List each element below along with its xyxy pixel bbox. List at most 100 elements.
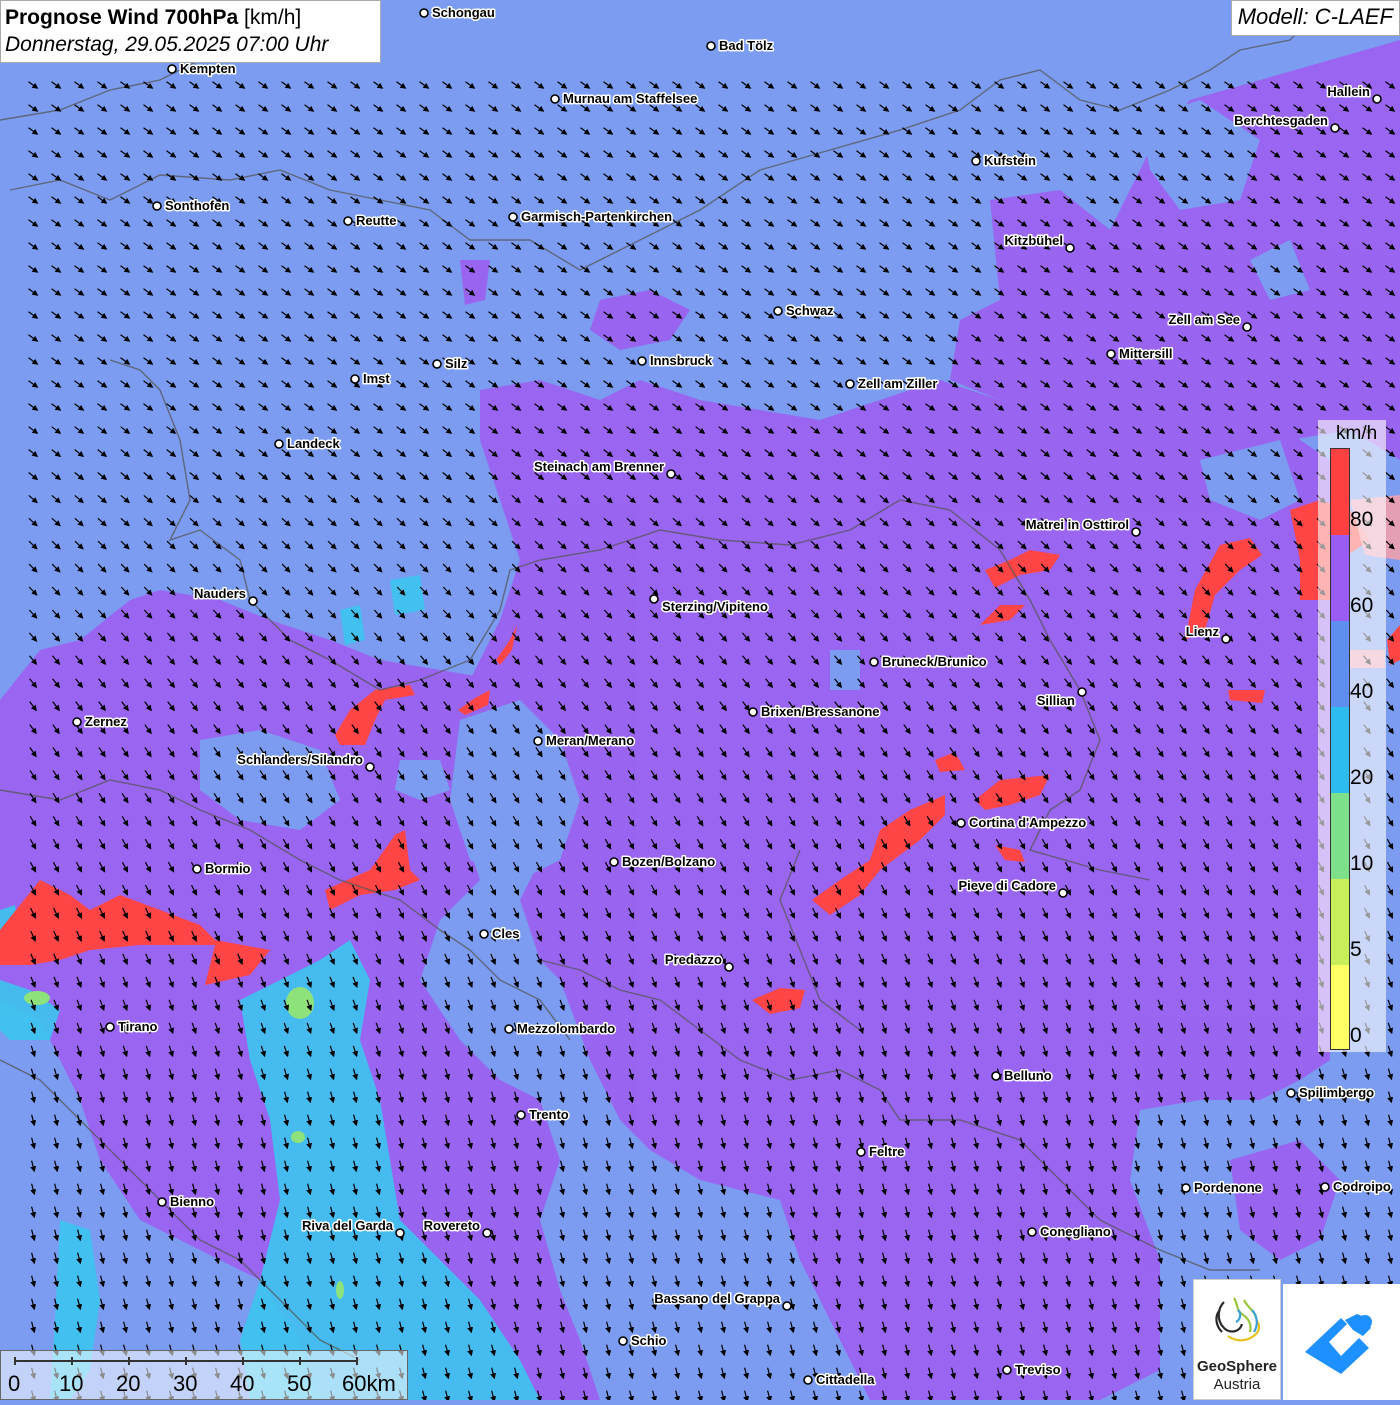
scale-tick-30: 30: [173, 1371, 198, 1396]
city-marker: [1242, 322, 1252, 332]
city-marker: [479, 929, 489, 939]
scale-tick-20: 20: [116, 1371, 141, 1396]
city-label: Mezzolombardo: [517, 1021, 615, 1036]
city-label: Schio: [631, 1333, 666, 1348]
legend-seg-60: [1331, 535, 1349, 621]
city-marker: [248, 596, 258, 606]
city-label: Spilimbergo: [1299, 1085, 1374, 1100]
city-marker: [419, 8, 429, 18]
city-label: Cittadella: [816, 1372, 875, 1387]
legend-label-80: 80: [1350, 508, 1374, 531]
city-label: Bienno: [170, 1194, 214, 1209]
city-label: Matrei in Osttirol: [1026, 517, 1129, 532]
city-marker: [1372, 94, 1382, 104]
city-label: Schlanders/Silandro: [237, 752, 363, 767]
city-label: Sonthofen: [165, 198, 229, 213]
legend-label-5: 5: [1350, 938, 1362, 961]
city-marker: [395, 1228, 405, 1238]
scale-bar: 0 10 20 30 40 50 60km: [0, 1350, 408, 1400]
city-label: Cortina d'Ampezzo: [969, 815, 1086, 830]
legend-seg-40: [1331, 621, 1349, 707]
legend-seg-80: [1331, 449, 1349, 535]
legend-seg-0: [1331, 965, 1349, 1049]
city-marker: [1058, 888, 1068, 898]
city-marker: [1330, 123, 1340, 133]
city-label: Berchtesgaden: [1234, 113, 1328, 128]
city-marker: [516, 1110, 526, 1120]
city-label: Predazzo: [665, 952, 722, 967]
city-marker: [1181, 1183, 1191, 1193]
city-label: Imst: [363, 371, 390, 386]
city-label: Feltre: [869, 1144, 904, 1159]
legend-color-bar: [1330, 448, 1350, 1050]
scale-tick-60: 60km: [342, 1371, 396, 1396]
city-marker: [1106, 349, 1116, 359]
city-marker: [856, 1147, 866, 1157]
city-marker: [350, 374, 360, 384]
geosphere-emblem-icon: [1215, 1297, 1261, 1342]
geosphere-country: Austria: [1213, 1376, 1261, 1393]
city-marker: [971, 156, 981, 166]
legend-unit: km/h: [1336, 423, 1378, 444]
city-label: Pieve di Cadore: [958, 878, 1056, 893]
scale-tick-40: 40: [230, 1371, 255, 1396]
scale-tick-50: 50: [287, 1371, 312, 1396]
map-title: Prognose Wind 700hPa: [5, 6, 239, 29]
scale-tick-10: 10: [59, 1371, 84, 1396]
city-marker: [724, 962, 734, 972]
legend-label-20: 20: [1350, 766, 1374, 789]
geosphere-logo[interactable]: GeoSphere Austria: [1193, 1279, 1281, 1400]
city-marker: [432, 359, 442, 369]
city-marker: [274, 439, 284, 449]
city-marker: [152, 201, 162, 211]
city-marker: [666, 469, 676, 479]
city-label: Schongau: [432, 5, 495, 20]
geosphere-name: GeoSphere: [1196, 1358, 1278, 1375]
house-arrow-icon: [1305, 1314, 1372, 1374]
city-label: Nauders: [194, 586, 246, 601]
city-label: Zell am Ziller: [858, 376, 937, 391]
city-marker: [508, 212, 518, 222]
legend-label-0: 0: [1350, 1024, 1362, 1047]
forecast-datetime: Donnerstag, 29.05.2025 07:00 Uhr: [5, 33, 329, 56]
city-label: Tirano: [118, 1019, 158, 1034]
city-label: Zernez: [85, 714, 127, 729]
city-label: Rovereto: [424, 1218, 480, 1233]
city-marker: [1221, 634, 1231, 644]
city-label: Kempten: [180, 61, 236, 76]
city-label: Garmisch-Partenkirchen: [521, 209, 672, 224]
city-marker: [504, 1024, 514, 1034]
city-marker: [956, 818, 966, 828]
city-label: Mittersill: [1119, 346, 1172, 361]
city-label: Pordenone: [1194, 1180, 1262, 1195]
city-marker: [618, 1336, 628, 1346]
city-label: Silz: [445, 356, 468, 371]
city-label: Kitzbühel: [1005, 233, 1064, 248]
city-marker: [706, 41, 716, 51]
city-marker: [803, 1375, 813, 1385]
city-label: Hallein: [1327, 84, 1370, 99]
legend-label-60: 60: [1350, 594, 1374, 617]
legend-seg-5: [1331, 879, 1349, 965]
city-marker: [1065, 243, 1075, 253]
city-marker: [72, 717, 82, 727]
city-label: Lienz: [1186, 624, 1220, 639]
city-marker: [192, 864, 202, 874]
map-title-box: Prognose Wind 700hPa [km/h] Donnerstag, …: [0, 0, 381, 63]
city-label: Treviso: [1015, 1362, 1061, 1377]
city-marker: [533, 736, 543, 746]
city-label: Brixen/Bressanone: [761, 704, 880, 719]
city-marker: [869, 657, 879, 667]
city-label: Sillian: [1037, 693, 1075, 708]
partner-logo[interactable]: [1283, 1284, 1400, 1400]
city-marker: [1027, 1227, 1037, 1237]
city-marker: [1002, 1365, 1012, 1375]
wind-map: Schongau Bad Tölz Kempten Murnau am Staffel…: [0, 0, 1400, 1400]
city-label: Innsbruck: [650, 353, 713, 368]
city-label: Trento: [529, 1107, 569, 1122]
city-label: Kufstein: [984, 153, 1036, 168]
city-marker: [343, 216, 353, 226]
city-marker: [782, 1301, 792, 1311]
city-marker: [773, 306, 783, 316]
city-marker: [105, 1022, 115, 1032]
